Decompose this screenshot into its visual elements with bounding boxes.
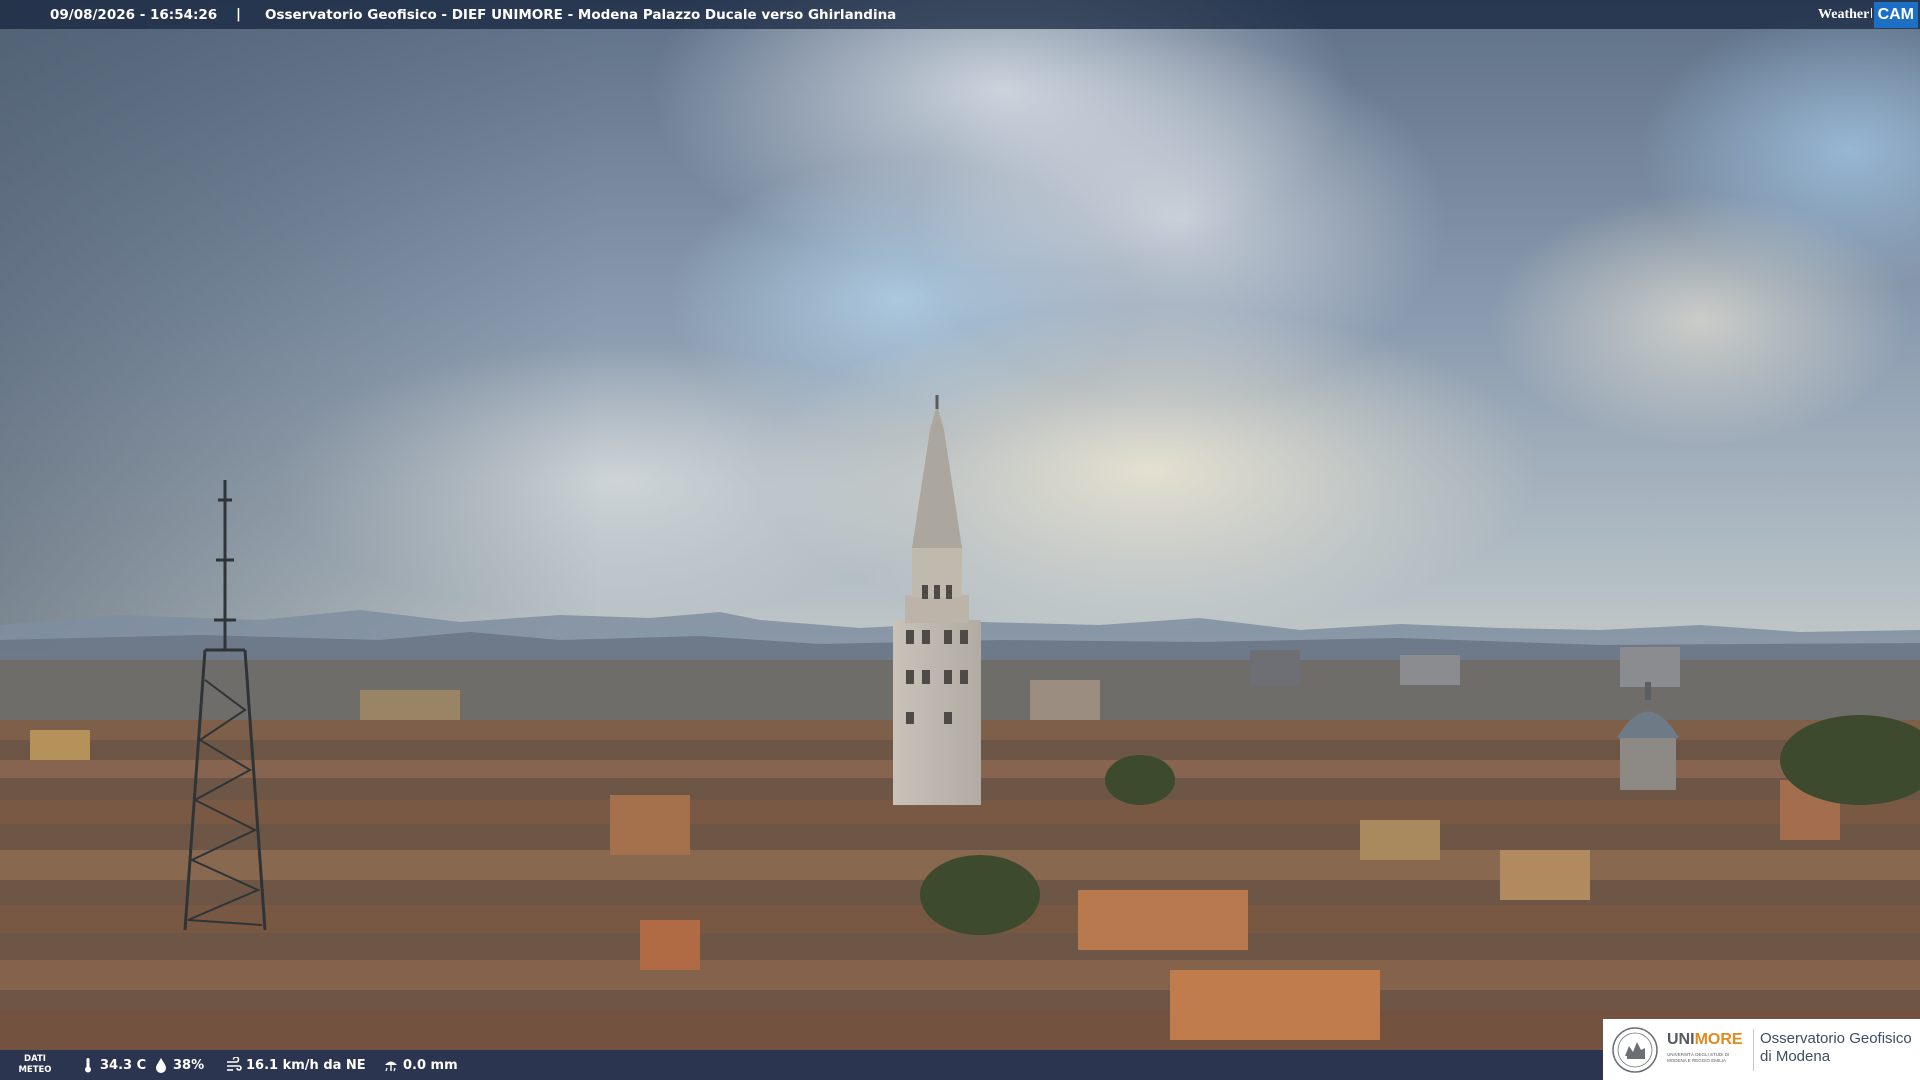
dati-label-line1: DATI — [24, 1054, 46, 1064]
camera-title: Osservatorio Geofisico - DIEF UNIMORE - … — [265, 7, 897, 23]
humidity-drop-icon — [156, 1058, 166, 1073]
dati-label-line2: METEO — [18, 1065, 52, 1075]
landscape — [0, 395, 1920, 1080]
unimore-observatory-logo: UNIMORE UNIVERSITÀ DEGLI STUDI DI MODENA… — [1603, 1019, 1920, 1080]
sponsor-divider — [1753, 1029, 1754, 1071]
observatory-name-line2: di Modena — [1760, 1048, 1831, 1065]
rain-icon — [385, 1061, 397, 1072]
observatory-name-line1: Osservatorio Geofisico — [1760, 1030, 1912, 1047]
rain-value: 0.0 mm — [403, 1057, 458, 1073]
thermometer-icon — [85, 1058, 91, 1073]
unimore-wordmark: UNIMORE — [1667, 1031, 1743, 1049]
webcam-photo — [0, 0, 1920, 1080]
ghirlandina-tower — [893, 395, 981, 805]
capture-datetime: 09/08/2026 - 16:54:26 — [50, 7, 218, 23]
weathercam-logo-cam: CAM — [1873, 1, 1918, 28]
temperature-value: 34.3 C — [100, 1057, 147, 1073]
dati-meteo-label: DATI METEO — [17, 1054, 53, 1076]
humidity-value: 38% — [173, 1057, 205, 1073]
unimore-more: MORE — [1694, 1031, 1743, 1048]
humidity-reading: 38% — [153, 1057, 204, 1073]
wind-reading: 16.1 km/h da NE — [226, 1057, 366, 1073]
rain-reading: 0.0 mm — [383, 1057, 458, 1073]
header-separator: | — [236, 6, 241, 22]
unimore-uni: UNI — [1667, 1031, 1695, 1048]
wind-value: 16.1 km/h da NE — [246, 1057, 366, 1073]
wind-icon — [227, 1057, 242, 1071]
unimore-subtitle: UNIVERSITÀ DEGLI STUDI DI MODENA E REGGI… — [1667, 1052, 1730, 1063]
weathercam-logo: Weather CAM — [1818, 0, 1920, 29]
university-seal-icon — [1612, 1027, 1658, 1073]
temperature-reading: 34.3 C — [80, 1057, 146, 1073]
weathercam-logo-weather: Weather — [1818, 6, 1870, 22]
top-banner: 09/08/2026 - 16:54:26 | Osservatorio Geo… — [0, 0, 1920, 29]
